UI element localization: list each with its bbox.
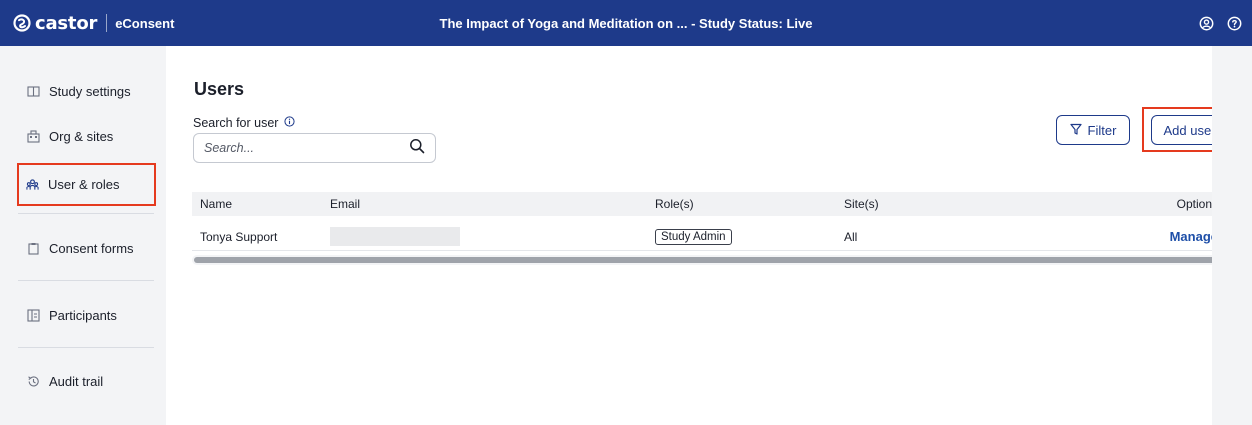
building-icon [27,129,40,143]
search-input[interactable] [204,141,409,155]
history-icon [27,375,40,388]
sidebar-divider [18,213,154,214]
main-content: Users Search for user Filter Add user Na… [166,46,1238,425]
sidebar-item-label: User & roles [48,177,120,192]
sidebar-item-user-roles[interactable]: User & roles [17,163,156,206]
sidebar-item-label: Study settings [49,83,131,99]
user-role-cell: Study Admin [655,223,732,250]
role-badge: Study Admin [655,228,732,245]
sidebar-item-org-sites[interactable]: Org & sites [18,118,156,154]
sidebar-item-participants[interactable]: Participants [18,297,156,333]
table-header: Name Email Role(s) Site(s) Options [192,192,1228,216]
filter-button-label: Filter [1087,122,1117,138]
horizontal-scrollbar[interactable] [192,255,1228,265]
redacted-email [330,227,460,246]
sidebar-divider [18,347,154,348]
product-name: eConsent [115,15,175,31]
sidebar-item-label: Participants [49,307,117,323]
user-sites-cell: All [844,229,858,244]
user-email-cell [330,223,460,250]
search-icon[interactable] [409,138,425,159]
search-box [193,133,436,163]
table-row: Tonya Support Study Admin All Manage [192,223,1228,251]
column-header-email[interactable]: Email [330,192,360,216]
scrollbar-thumb[interactable] [194,257,1224,263]
brand[interactable]: castor eConsent [0,0,174,46]
info-icon[interactable] [284,116,296,130]
sidebar-divider [18,280,154,281]
sidebar-item-audit-trail[interactable]: Audit trail [18,363,156,399]
filter-icon [1069,123,1082,138]
page-title: Users [194,79,245,99]
search-label-text: Search for user [193,116,279,130]
user-circle-icon[interactable] [1198,15,1214,31]
castor-logo-icon [13,14,31,32]
sidebar-item-label: Consent forms [49,240,134,256]
vertical-scrollbar-track[interactable] [1212,46,1252,425]
manage-link-label[interactable]: Manage [1170,229,1218,244]
user-name-cell: Tonya Support [200,229,278,244]
search-label: Search for user [193,116,296,130]
brand-name: castor [35,12,98,34]
column-header-roles[interactable]: Role(s) [655,192,694,216]
brand-divider [106,14,108,32]
column-header-sites[interactable]: Site(s) [844,192,879,216]
top-bar: castor eConsent The Impact of Yoga and M… [0,0,1252,46]
manage-link[interactable]: Manage [1170,223,1218,250]
participants-icon [27,308,40,322]
clipboard-icon [27,242,40,255]
study-title: The Impact of Yoga and Meditation on ...… [439,15,813,31]
users-icon [26,178,39,191]
column-header-name[interactable]: Name [200,192,232,216]
book-icon [27,85,40,98]
sidebar-item-label: Org & sites [49,128,114,144]
sidebar: Study settings Org & sites User & roles … [0,46,166,425]
sidebar-item-consent-forms[interactable]: Consent forms [18,230,156,266]
filter-button[interactable]: Filter [1056,115,1130,145]
sidebar-item-study-settings[interactable]: Study settings [18,73,156,109]
help-icon[interactable] [1226,15,1242,31]
sidebar-item-label: Audit trail [49,373,104,389]
